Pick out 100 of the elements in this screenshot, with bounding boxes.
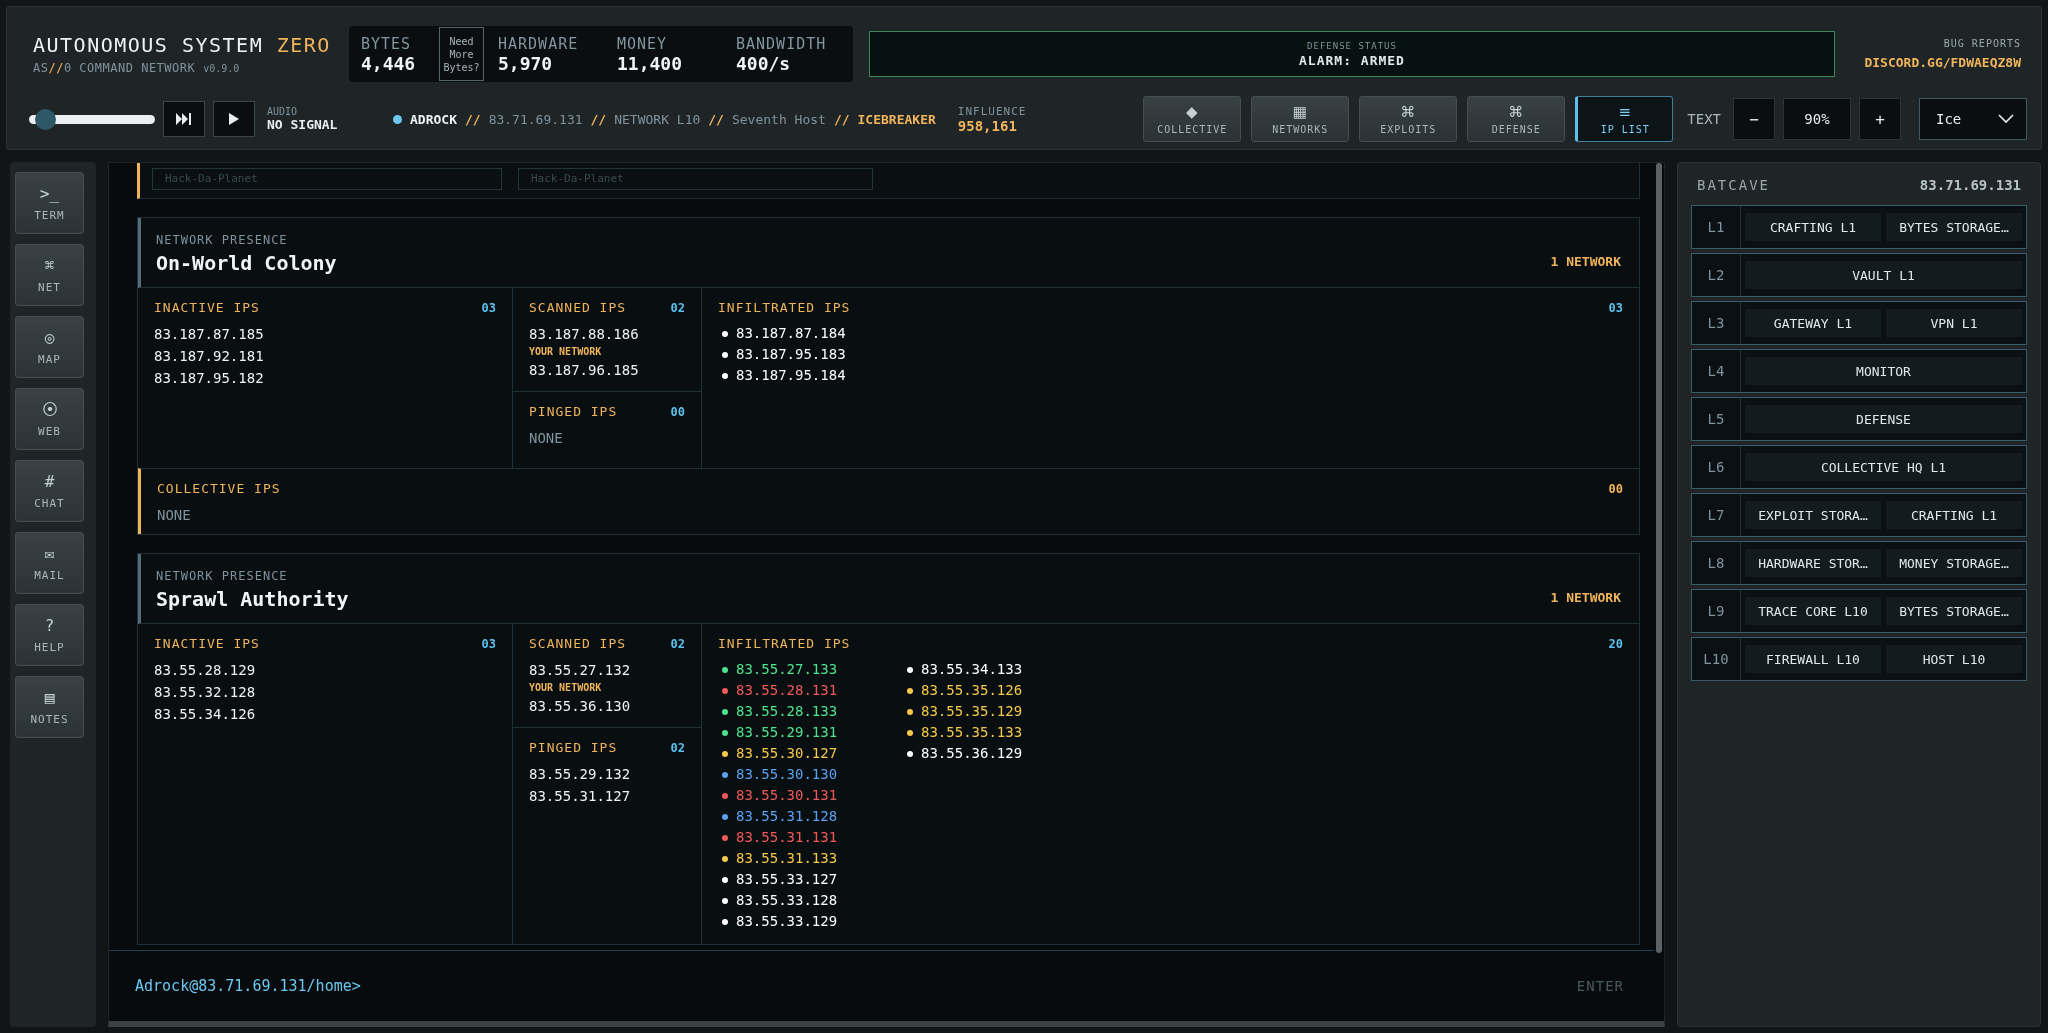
text-size-value: 90% bbox=[1783, 98, 1851, 141]
module-slot[interactable]: HOST L10 bbox=[1886, 645, 2022, 673]
module-slot[interactable]: VPN L1 bbox=[1886, 309, 2022, 337]
ip-count: 03 bbox=[481, 300, 496, 315]
increase-text-button[interactable]: + bbox=[1859, 98, 1901, 141]
empty-label: NONE bbox=[529, 429, 564, 448]
module-slot[interactable]: COLLECTIVE HQ L1 bbox=[1745, 453, 2022, 481]
sidebar-button[interactable]: ? HELP bbox=[15, 604, 84, 666]
ip-count: 00 bbox=[1608, 481, 1623, 496]
ip-address: 83.187.87.184 bbox=[736, 324, 846, 343]
ip-address: 83.55.31.127 bbox=[529, 787, 632, 806]
decrease-text-button[interactable]: − bbox=[1733, 98, 1775, 141]
ip-address: 83.55.30.130 bbox=[736, 765, 838, 784]
nav-tab[interactable]: ◆ COLLECTIVE bbox=[1143, 96, 1242, 143]
level-label: L9 bbox=[1692, 590, 1741, 632]
online-status-dot bbox=[393, 114, 402, 124]
module-slot[interactable]: CRAFTING L1 bbox=[1886, 501, 2022, 529]
ip-address: 83.55.30.131 bbox=[736, 786, 838, 805]
ip-address: 83.55.29.132 bbox=[529, 765, 632, 784]
volume-slider[interactable] bbox=[29, 108, 155, 131]
ip-address: 83.55.36.129 bbox=[921, 744, 1023, 763]
ip-address: 83.55.35.129 bbox=[921, 702, 1023, 721]
list-heading: INFILTRATED IPS bbox=[718, 300, 851, 315]
ip-count: 20 bbox=[1608, 636, 1623, 651]
ip-address: 83.55.31.128 bbox=[736, 807, 838, 826]
base-ip: 83.71.69.131 bbox=[1919, 177, 2021, 193]
base-name: BATCAVE bbox=[1697, 177, 1770, 193]
skip-button[interactable] bbox=[163, 101, 205, 138]
network-count: 1 NETWORK bbox=[1550, 254, 1621, 269]
ip-address: 83.55.33.128 bbox=[736, 891, 838, 910]
your-network-tag: YOUR NETWORK bbox=[529, 345, 685, 359]
ip-address: 83.55.33.129 bbox=[736, 912, 838, 931]
module-slot[interactable]: BYTES STORAGE… bbox=[1886, 213, 2022, 241]
defense-status-label: DEFENSE STATUS bbox=[1307, 40, 1397, 51]
list-heading: SCANNED IPS bbox=[529, 300, 627, 315]
module-slot[interactable]: GATEWAY L1 bbox=[1745, 309, 1881, 337]
need-more-bytes-button[interactable]: Need More Bytes? bbox=[439, 27, 484, 82]
influence-value: 958,161 bbox=[957, 117, 1018, 134]
network-name: Sprawl Authority bbox=[156, 587, 349, 611]
network-name: On-World Colony bbox=[156, 251, 337, 275]
module-slot[interactable]: DEFENSE bbox=[1745, 405, 2022, 433]
module-slot[interactable]: FIREWALL L10 bbox=[1745, 645, 1881, 673]
ip-count: 02 bbox=[670, 740, 685, 755]
audio-status: NO SIGNAL bbox=[267, 117, 339, 133]
ip-count: 03 bbox=[1608, 300, 1623, 315]
ip-count: 03 bbox=[481, 636, 496, 651]
empty-label: NONE bbox=[157, 506, 192, 525]
stat-value: 11,400 bbox=[617, 52, 684, 74]
sidebar-button[interactable]: ◎ MAP bbox=[15, 316, 84, 378]
nav-tab[interactable]: ≡ IP LIST bbox=[1575, 96, 1674, 143]
module-slot[interactable]: CRAFTING L1 bbox=[1745, 213, 1881, 241]
module-slot[interactable]: HARDWARE STOR… bbox=[1745, 549, 1881, 577]
level-label: L7 bbox=[1692, 494, 1741, 536]
discord-link[interactable]: DISCORD.GG/FDWAEQZ8W bbox=[1864, 55, 2021, 71]
sidebar-button[interactable]: ⦿ WEB bbox=[15, 388, 84, 450]
audio-label: AUDIO bbox=[267, 106, 299, 118]
list-heading: SCANNED IPS bbox=[529, 636, 627, 651]
list-heading: INACTIVE IPS bbox=[154, 300, 260, 315]
stat-label: BANDWIDTH bbox=[736, 34, 828, 53]
ip-count: 02 bbox=[670, 300, 685, 315]
module-slot[interactable]: TRACE CORE L10 bbox=[1745, 597, 1881, 625]
list-heading: PINGED IPS bbox=[529, 740, 618, 755]
skip-icon bbox=[176, 113, 192, 126]
sidebar-button[interactable]: ⌘ NET bbox=[15, 244, 84, 306]
ip-address: 83.187.88.186 bbox=[529, 325, 640, 344]
nav-tab[interactable]: ▦ NETWORKS bbox=[1251, 96, 1350, 143]
level-label: L2 bbox=[1692, 254, 1741, 296]
module-slot[interactable]: VAULT L1 bbox=[1745, 261, 2022, 289]
list-heading: INFILTRATED IPS bbox=[718, 636, 851, 651]
level-label: L8 bbox=[1692, 542, 1741, 584]
sidebar-button[interactable]: ✉ MAIL bbox=[15, 532, 84, 594]
module-slot[interactable]: MONEY STORAGE… bbox=[1886, 549, 2022, 577]
ip-address: 83.187.87.185 bbox=[154, 325, 265, 344]
version-label: v0.9.0 bbox=[203, 63, 240, 75]
level-label: L3 bbox=[1692, 302, 1741, 344]
ip-count: 02 bbox=[670, 636, 685, 651]
list-heading: INACTIVE IPS bbox=[154, 636, 260, 651]
sidebar-button[interactable]: >_ TERM bbox=[15, 172, 84, 234]
app-title: AUTONOMOUS SYSTEM ZERO bbox=[33, 33, 332, 58]
ip-address: 83.187.95.183 bbox=[736, 345, 846, 364]
module-slot[interactable]: MONITOR bbox=[1745, 357, 2022, 385]
module-slot[interactable]: EXPLOIT STORA… bbox=[1745, 501, 1881, 529]
ip-address: 83.55.35.126 bbox=[921, 681, 1023, 700]
list-heading: COLLECTIVE IPS bbox=[157, 481, 281, 496]
sidebar-button[interactable]: ▤ NOTES bbox=[15, 676, 84, 738]
ip-count: 00 bbox=[670, 404, 685, 419]
command-prompt: Adrock@83.71.69.131/home> bbox=[135, 977, 361, 995]
chevron-down-icon bbox=[1998, 114, 2014, 125]
theme-dropdown[interactable]: Ice bbox=[1919, 98, 2027, 141]
ip-address: 83.55.34.133 bbox=[921, 660, 1023, 679]
list-heading: PINGED IPS bbox=[529, 404, 618, 419]
nav-tab[interactable]: ⌘ DEFENSE bbox=[1467, 96, 1566, 143]
nav-tab[interactable]: ⌘ EXPLOITS bbox=[1359, 96, 1458, 143]
scrollbar[interactable] bbox=[1656, 163, 1662, 953]
stat-value: 5,970 bbox=[498, 52, 554, 74]
ip-address: 83.55.31.133 bbox=[736, 849, 838, 868]
module-slot[interactable]: BYTES STORAGE… bbox=[1886, 597, 2022, 625]
section-label: NETWORK PRESENCE bbox=[156, 233, 289, 247]
sidebar-button[interactable]: # CHAT bbox=[15, 460, 84, 522]
play-button[interactable] bbox=[213, 101, 255, 138]
